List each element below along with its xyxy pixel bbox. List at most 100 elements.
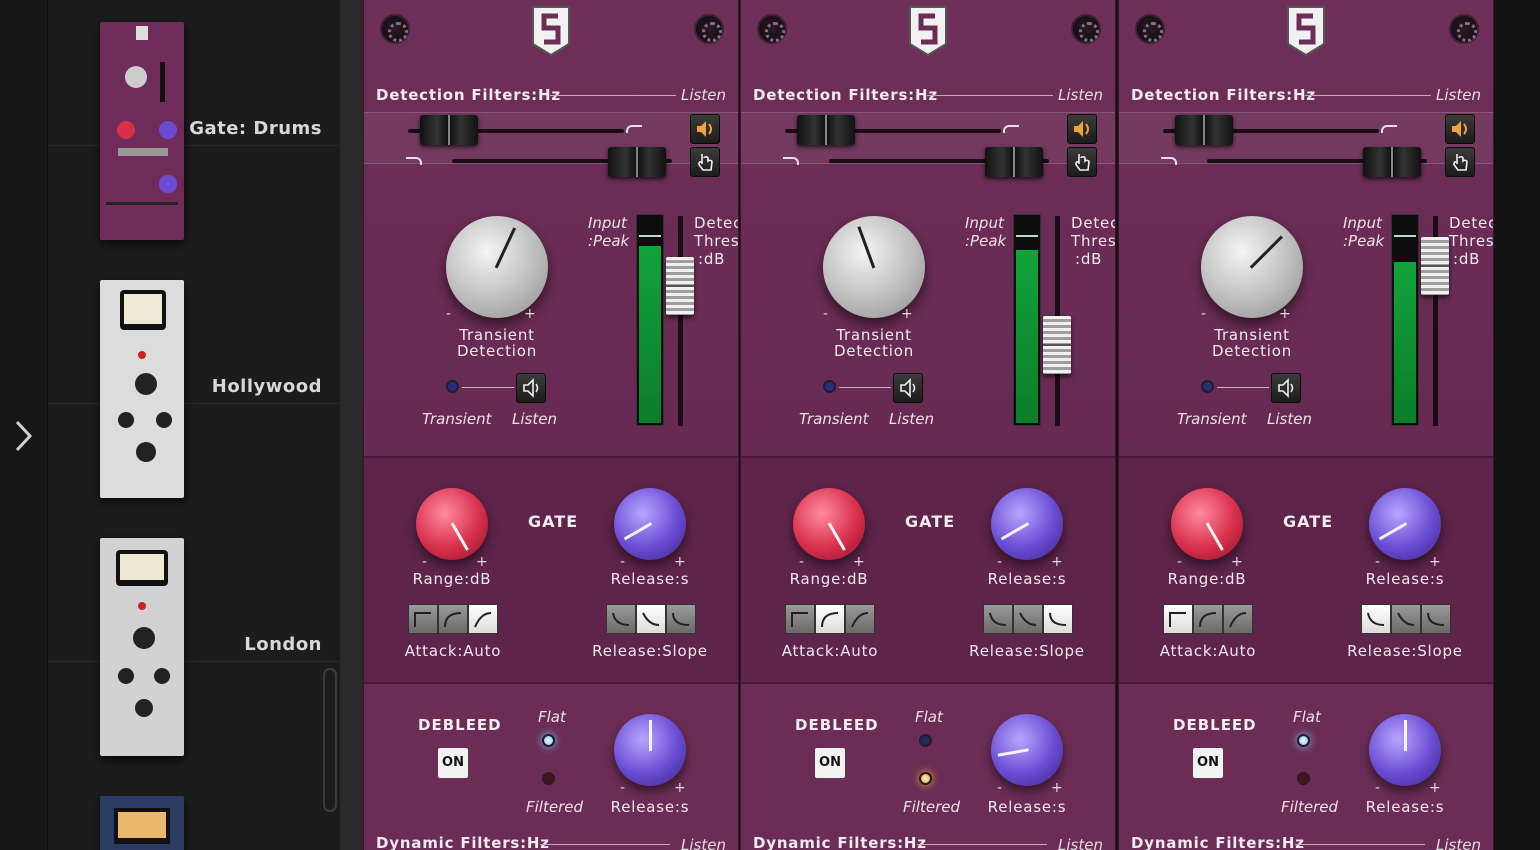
attack-fast-option[interactable] xyxy=(785,604,815,634)
slope-log-icon xyxy=(1019,612,1037,626)
knob-pointer xyxy=(1249,235,1283,269)
slope-log-option[interactable] xyxy=(636,604,666,634)
slope-log-option[interactable] xyxy=(1013,604,1043,634)
slope-log-option[interactable] xyxy=(1391,604,1421,634)
hp-filter-slider[interactable] xyxy=(1175,115,1233,145)
attack-slow-option[interactable] xyxy=(1223,604,1253,634)
attack-medium-option[interactable] xyxy=(815,604,845,634)
attack-slow-option[interactable] xyxy=(468,604,498,634)
attack-medium-option[interactable] xyxy=(1193,604,1223,634)
input-meter xyxy=(1013,214,1041,426)
attack-fast-option[interactable] xyxy=(408,604,438,634)
hp-filter-slider[interactable] xyxy=(420,115,478,145)
preset-item-hollywood[interactable]: Hollywood xyxy=(48,146,340,498)
flat-led[interactable] xyxy=(1297,734,1310,747)
debleed-title: DEBLEED xyxy=(1173,716,1257,734)
release-knob[interactable] xyxy=(1369,488,1441,560)
range-knob[interactable] xyxy=(416,488,488,560)
listen-button[interactable] xyxy=(690,114,720,144)
preset-item-gate-drums[interactable]: Gate: Drums xyxy=(48,0,340,240)
range-knob[interactable] xyxy=(793,488,865,560)
attack-medium-option[interactable] xyxy=(438,604,468,634)
debleed-on-button[interactable]: ON xyxy=(1193,748,1223,778)
threshold-fader[interactable] xyxy=(1043,316,1071,374)
transient-detection-knob[interactable] xyxy=(1201,216,1303,318)
solo-button[interactable] xyxy=(1445,147,1475,177)
hp-filter-slider[interactable] xyxy=(797,115,855,145)
threshold-track[interactable] xyxy=(678,216,683,426)
filtered-led[interactable] xyxy=(1297,772,1310,785)
knob-pointer xyxy=(997,748,1029,757)
transient-listen-button[interactable] xyxy=(893,373,923,403)
preset-item-next[interactable] xyxy=(48,662,340,850)
input-meter xyxy=(1391,214,1419,426)
attack-fast-icon xyxy=(1169,612,1186,627)
debleed-on-button[interactable]: ON xyxy=(815,748,845,778)
attack-slow-icon xyxy=(851,612,869,628)
transient-detection-knob[interactable] xyxy=(446,216,548,318)
solo-button[interactable] xyxy=(1067,147,1097,177)
debleed-release-knob[interactable] xyxy=(614,714,686,786)
flat-led[interactable] xyxy=(542,734,555,747)
minus-mark: - xyxy=(799,554,805,570)
attack-selector[interactable] xyxy=(1163,604,1253,634)
plus-mark: + xyxy=(1051,554,1063,570)
drawer-toggle-area[interactable] xyxy=(0,0,48,850)
range-knob[interactable] xyxy=(1171,488,1243,560)
slope-exp-option[interactable] xyxy=(1421,604,1451,634)
debleed-release-knob[interactable] xyxy=(1369,714,1441,786)
detect-label: Detect xyxy=(694,214,738,232)
listen-button[interactable] xyxy=(1445,114,1475,144)
minus-mark: - xyxy=(446,306,452,322)
slope-exp-option[interactable] xyxy=(666,604,696,634)
flat-led[interactable] xyxy=(919,734,932,747)
attack-selector[interactable] xyxy=(408,604,498,634)
transient-listen-button[interactable] xyxy=(516,373,546,403)
release-slope-selector[interactable] xyxy=(606,604,696,634)
screw-icon xyxy=(1071,14,1101,44)
listen-label: Listen xyxy=(1058,836,1103,850)
peak-hold xyxy=(639,235,661,237)
plus-mark: + xyxy=(1231,554,1243,570)
lp-filter-slider[interactable] xyxy=(608,147,666,177)
release-knob[interactable] xyxy=(991,488,1063,560)
listen-label: Listen xyxy=(1058,86,1103,104)
gate-section: - + Range:dB GATE - + Release:s Attack:A… xyxy=(741,456,1115,682)
minus-mark: - xyxy=(620,780,626,796)
scrollbar[interactable] xyxy=(323,668,337,812)
screw-icon xyxy=(694,14,724,44)
knob-pointer xyxy=(1378,522,1408,541)
attack-fast-option[interactable] xyxy=(1163,604,1193,634)
release-knob[interactable] xyxy=(614,488,686,560)
listen-button[interactable] xyxy=(1067,114,1097,144)
attack-slow-option[interactable] xyxy=(845,604,875,634)
lp-filter-slider[interactable] xyxy=(1363,147,1421,177)
filter-band xyxy=(364,112,738,177)
chevron-right-icon[interactable] xyxy=(12,418,36,454)
slope-linear-option[interactable] xyxy=(1361,604,1391,634)
attack-selector[interactable] xyxy=(785,604,875,634)
dynamic-filters-title: Dynamic Filters:Hz xyxy=(376,834,550,850)
release-slope-selector[interactable] xyxy=(983,604,1073,634)
debleed-on-button[interactable]: ON xyxy=(438,748,468,778)
threshold-fader[interactable] xyxy=(666,257,694,315)
minus-mark: - xyxy=(422,554,428,570)
listen-label: Listen xyxy=(1436,86,1481,104)
preset-item-london[interactable]: London xyxy=(48,404,340,756)
transient-detection-knob[interactable] xyxy=(823,216,925,318)
debleed-release-knob[interactable] xyxy=(991,714,1063,786)
slope-exp-option[interactable] xyxy=(1043,604,1073,634)
threshold-fader[interactable] xyxy=(1421,237,1449,295)
slope-linear-option[interactable] xyxy=(606,604,636,634)
slope-linear-option[interactable] xyxy=(983,604,1013,634)
knob-pointer xyxy=(1000,522,1030,541)
transient-listen-button[interactable] xyxy=(1271,373,1301,403)
listen-label: Listen xyxy=(1267,410,1312,428)
lp-filter-slider[interactable] xyxy=(985,147,1043,177)
peak-label: :Peak xyxy=(965,232,1007,250)
filtered-led[interactable] xyxy=(919,772,932,785)
filtered-led[interactable] xyxy=(542,772,555,785)
detection-section: Detection Filters:Hz Listen - + Transien… xyxy=(1119,0,1493,456)
release-slope-selector[interactable] xyxy=(1361,604,1451,634)
solo-button[interactable] xyxy=(690,147,720,177)
